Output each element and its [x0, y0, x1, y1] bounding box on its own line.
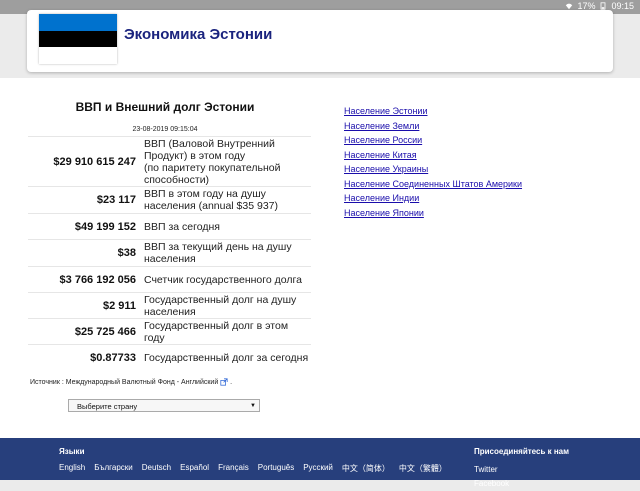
- estonia-flag: [39, 14, 117, 64]
- stats-row: $29 910 615 247 ВВП (Валовой Внутренний П…: [28, 136, 311, 187]
- stats-row: $0.87733 Государственный долг за сегодня: [28, 344, 311, 371]
- population-link[interactable]: Население России: [344, 133, 522, 148]
- language-link[interactable]: 中文（繁體）: [399, 463, 447, 474]
- language-link[interactable]: English: [59, 463, 85, 474]
- stat-label: Государственный долг на душу населения: [144, 292, 311, 319]
- clock: 09:15: [611, 1, 634, 11]
- population-link[interactable]: Население Индии: [344, 191, 522, 206]
- stat-label: ВВП (Валовой Внутренний Продукт) в этом …: [144, 136, 311, 187]
- stats-table: $29 910 615 247 ВВП (Валовой Внутренний П…: [28, 136, 311, 371]
- flag-stripe-blue: [39, 14, 117, 31]
- stat-label: ВВП в этом году на душу населения (annua…: [144, 186, 311, 214]
- flag-stripe-white: [39, 47, 117, 64]
- stat-label: Счетчик государственного долга: [144, 266, 311, 293]
- external-link-icon[interactable]: [220, 378, 228, 386]
- stats-row: $49 199 152 ВВП за сегодня: [28, 213, 311, 240]
- source-suffix: .: [230, 378, 233, 386]
- language-link[interactable]: Français: [218, 463, 249, 474]
- main-content: ВВП и Внешний долг Эстонии 23-08-2019 09…: [0, 78, 640, 438]
- country-select-value: Выберите страну: [77, 402, 138, 411]
- stats-title: ВВП и Внешний долг Эстонии: [75, 100, 255, 114]
- stat-value: $49 199 152: [28, 213, 144, 240]
- stat-label: Государственный долг в этом году: [144, 318, 311, 345]
- header-card: Экономика Эстонии: [27, 10, 613, 72]
- stat-value: $3 766 192 056: [28, 266, 144, 293]
- languages-list: English Български Deutsch Español Français Po…: [59, 463, 447, 474]
- languages-title: Языки: [59, 447, 85, 456]
- stat-value: $25 725 466: [28, 318, 144, 345]
- language-link[interactable]: Español: [180, 463, 209, 474]
- wifi-icon: [566, 3, 573, 10]
- stat-value: $2 911: [28, 292, 144, 319]
- language-link[interactable]: Deutsch: [142, 463, 171, 474]
- stat-label: ВВП за сегодня: [144, 213, 311, 240]
- stat-label: Государственный долг за сегодня: [144, 344, 311, 371]
- population-links: Население Эстонии Население Земли Населени…: [344, 104, 522, 220]
- join-title: Присоединяйтесь к нам: [474, 447, 570, 456]
- stat-value: $38: [28, 239, 144, 267]
- stat-label: ВВП за текущий день на душу населения: [144, 239, 311, 267]
- stats-row: $3 766 192 056 Счетчик государственного д…: [28, 266, 311, 293]
- social-links: Twitter Facebook: [474, 463, 509, 491]
- population-link[interactable]: Население Японии: [344, 206, 522, 221]
- population-link[interactable]: Население Соединенных Штатов Америки: [344, 177, 522, 192]
- page-title[interactable]: Экономика Эстонии: [124, 26, 272, 43]
- language-link[interactable]: Português: [258, 463, 294, 474]
- source-text[interactable]: Источник : Международный Валютный Фонд -…: [30, 379, 218, 386]
- country-select[interactable]: Выберите страну ▼: [68, 399, 260, 412]
- dropdown-arrow-icon: ▼: [250, 403, 256, 409]
- language-link[interactable]: 中文（简体）: [342, 463, 390, 474]
- footer: Языки English Български Deutsch Español Fran…: [0, 438, 640, 488]
- stats-row: $23 117 ВВП в этом году на душу населения…: [28, 186, 311, 214]
- stat-value: $29 910 615 247: [28, 136, 144, 187]
- stats-timestamp: 23-08-2019 09:15:04: [132, 126, 198, 133]
- social-link[interactable]: Twitter: [474, 463, 509, 477]
- population-link[interactable]: Население Украины: [344, 162, 522, 177]
- stats-row: $2 911 Государственный долг на душу насел…: [28, 292, 311, 319]
- flag-stripe-black: [39, 30, 117, 48]
- stats-row: $38 ВВП за текущий день на душу населения: [28, 239, 311, 267]
- language-link[interactable]: Български: [94, 463, 133, 474]
- stat-value: $0.87733: [28, 344, 144, 371]
- language-link[interactable]: Русский: [303, 463, 333, 474]
- source-line: Источник : Международный Валютный Фонд -…: [30, 378, 232, 386]
- stats-row: $25 725 466 Государственный долг в этом г…: [28, 318, 311, 345]
- population-link[interactable]: Население Земли: [344, 119, 522, 134]
- battery-icon: [601, 2, 606, 10]
- population-link[interactable]: Население Китая: [344, 148, 522, 163]
- social-link[interactable]: Facebook: [474, 477, 509, 491]
- stat-value: $23 117: [28, 186, 144, 214]
- population-link[interactable]: Население Эстонии: [344, 104, 522, 119]
